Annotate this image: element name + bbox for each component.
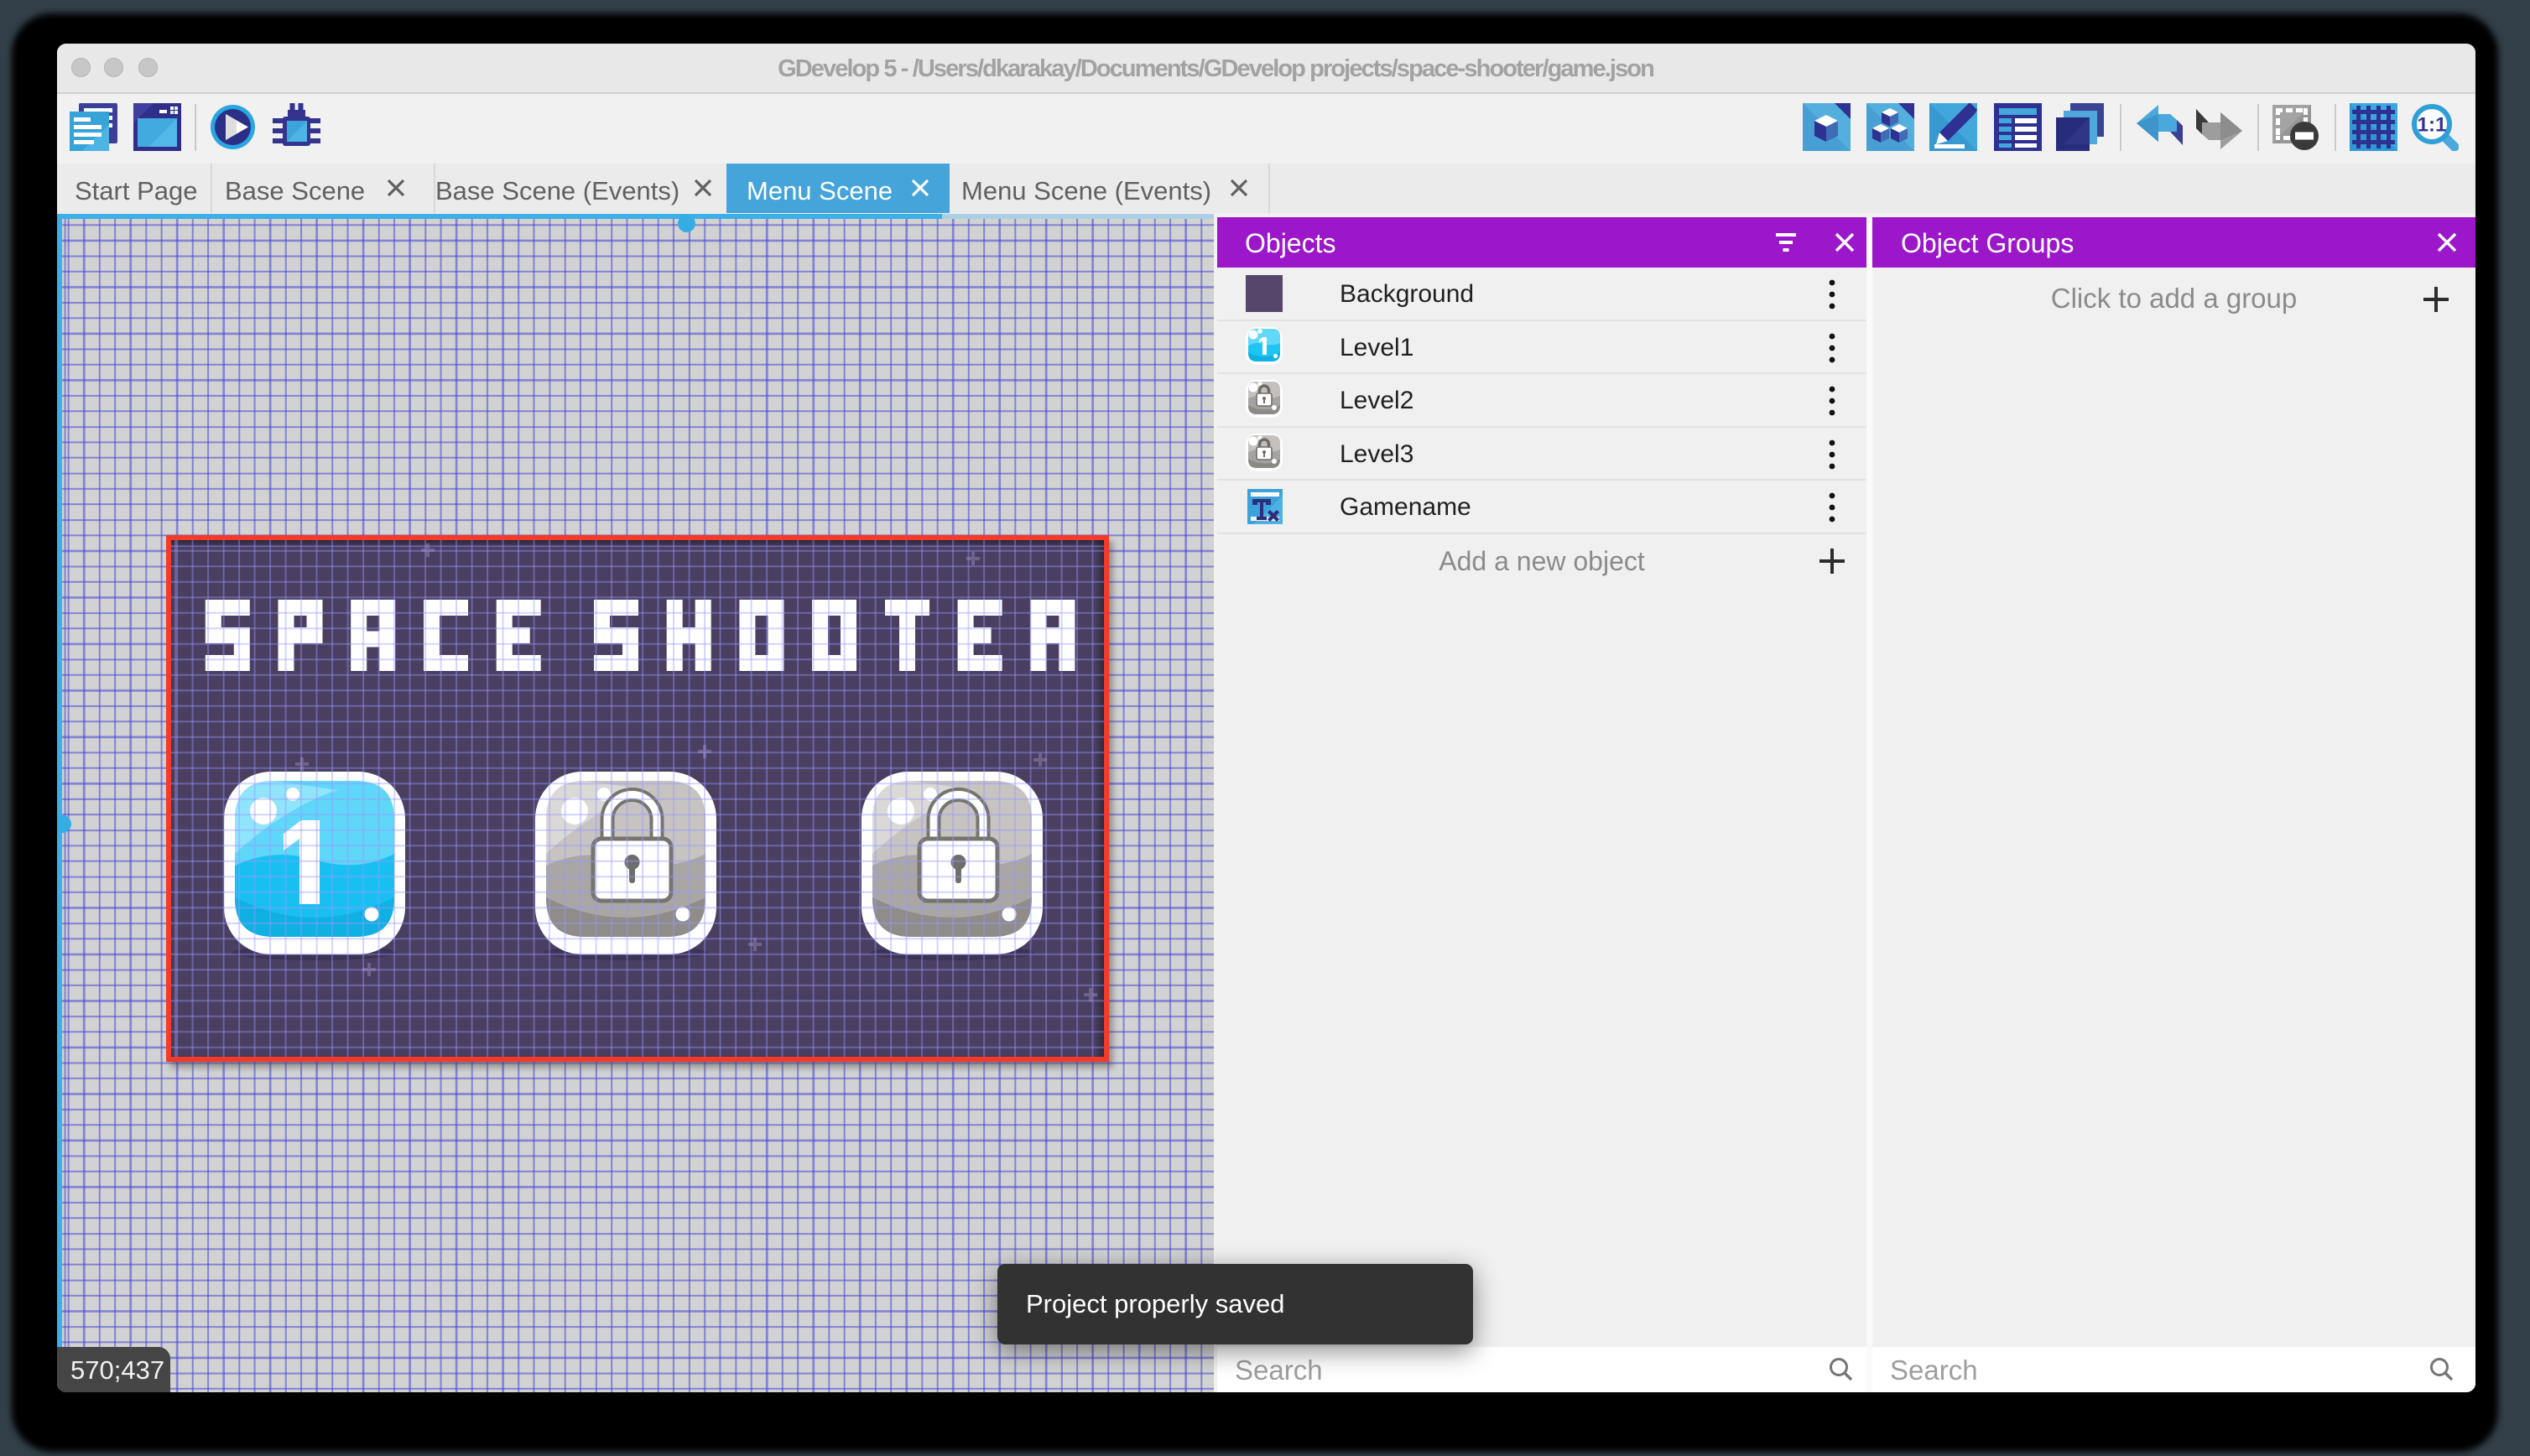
svg-text:1:1: 1:1 [2418,114,2447,137]
